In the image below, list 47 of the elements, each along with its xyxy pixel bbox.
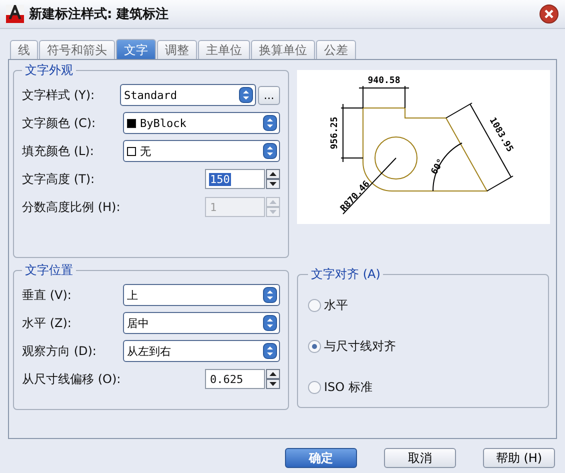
radio-button[interactable] [308, 340, 321, 353]
dimension-label: 940.58 [368, 76, 400, 86]
spinner-icon[interactable] [266, 169, 280, 189]
group-title: 文字对齐 (A) [310, 266, 382, 283]
browse-button[interactable]: ... [258, 86, 280, 104]
field-label: 文字样式 (Y): [22, 86, 95, 104]
field-label: 观察方向 (D): [22, 342, 96, 360]
radio-option[interactable]: 水平 [308, 285, 540, 326]
dropdown[interactable]: 无 [123, 140, 280, 162]
radio-option[interactable]: ISO 标准 [308, 367, 540, 408]
field-label: 分数高度比例 (H): [22, 198, 120, 216]
radio-label: 与尺寸线对齐 [324, 338, 396, 355]
window-title: 新建标注样式: 建筑标注 [29, 6, 170, 23]
radio-button[interactable] [308, 381, 321, 394]
field-label: 填充颜色 (L): [22, 142, 94, 160]
group-title: 文字外观 [24, 62, 74, 79]
dropdown[interactable]: 从左到右 [123, 340, 280, 362]
radio-label: ISO 标准 [324, 379, 372, 396]
app-logo-icon [6, 5, 24, 23]
tab[interactable]: 文字 [116, 39, 156, 59]
field-label: 垂直 (V): [22, 286, 72, 304]
field-label: 从尺寸线偏移 (O): [22, 370, 121, 388]
dropdown[interactable]: Standard [120, 84, 256, 106]
number-field[interactable]: 0.625 [205, 369, 265, 389]
dialog-button[interactable]: 帮助 (H) [483, 448, 555, 468]
dropdown[interactable]: 上 [123, 284, 280, 306]
number-field[interactable]: 150 [205, 169, 265, 189]
tab[interactable]: 符号和箭头 [39, 40, 115, 59]
field-label: 文字颜色 (C): [22, 114, 96, 132]
tab[interactable]: 公差 [316, 40, 356, 59]
dropdown[interactable]: ByBlock [123, 112, 280, 134]
tab[interactable]: 调整 [157, 40, 197, 59]
group-title: 文字位置 [24, 262, 74, 279]
dialog-button[interactable]: 取消 [384, 448, 456, 468]
tab[interactable]: 线 [10, 40, 38, 59]
radio-label: 水平 [324, 297, 348, 314]
field-label: 水平 (Z): [22, 314, 72, 332]
field-label: 文字高度 (T): [22, 170, 95, 188]
tab[interactable]: 换算单位 [251, 40, 315, 59]
tab[interactable]: 主单位 [198, 40, 250, 59]
dimension-label: 956.25 [330, 116, 340, 150]
dialog-button[interactable]: 确定 [285, 448, 357, 468]
spinner-icon[interactable] [266, 369, 280, 389]
close-icon[interactable] [539, 4, 559, 24]
radio-button[interactable] [308, 299, 321, 312]
dropdown[interactable]: 居中 [123, 312, 280, 334]
radio-option[interactable]: 与尺寸线对齐 [308, 326, 540, 367]
